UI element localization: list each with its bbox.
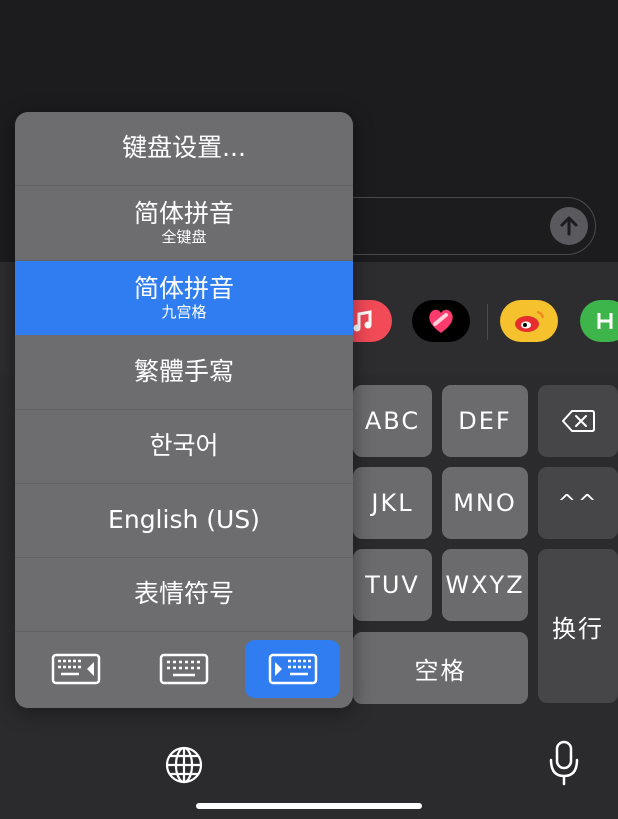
heart-icon: [429, 309, 453, 333]
fitness-app-icon[interactable]: [412, 300, 470, 342]
menu-item-keyboard-settings[interactable]: 键盘设置...: [15, 112, 353, 186]
globe-icon[interactable]: [164, 745, 204, 785]
menu-item-english[interactable]: English (US): [15, 484, 353, 558]
menu-item-pinyin-10key[interactable]: 简体拼音 九宫格: [15, 261, 353, 335]
message-input[interactable]: [320, 197, 596, 255]
delete-icon: [562, 410, 595, 432]
delete-key[interactable]: [538, 385, 618, 457]
home-indicator[interactable]: [196, 803, 422, 809]
key-def[interactable]: DEF: [442, 385, 528, 457]
arrow-up-icon: [560, 216, 578, 236]
menu-item-label: 简体拼音: [133, 198, 234, 228]
weibo-icon: [515, 310, 545, 332]
keyboard-left-button[interactable]: [37, 640, 115, 698]
menu-item-label: 简体拼音: [133, 273, 234, 303]
keyboard-full-icon: [159, 653, 209, 685]
return-key[interactable]: 换行: [538, 549, 618, 703]
send-button[interactable]: [550, 207, 588, 245]
menu-item-pinyin-qwerty[interactable]: 简体拼音 全键盘: [15, 186, 353, 261]
menu-item-emoji[interactable]: 表情符号: [15, 558, 353, 632]
keyboard-right-icon: [268, 653, 317, 685]
keyboard-full-button[interactable]: [145, 640, 223, 698]
key-jkl[interactable]: JKL: [353, 467, 432, 539]
strip-divider: [487, 304, 488, 340]
keyboard-switcher-popup: 键盘设置... 简体拼音 全键盘 简体拼音 九宫格 繁體手寫 한국어 Engli…: [15, 112, 353, 708]
keyboard-right-button[interactable]: [245, 640, 340, 698]
menu-item-label: English (US): [108, 505, 260, 535]
menu-item-sublabel: 九宫格: [161, 303, 207, 322]
key-wxyz[interactable]: WXYZ: [442, 549, 528, 621]
menu-item-sublabel: 全键盘: [161, 228, 207, 247]
menu-item-handwriting[interactable]: 繁體手寫: [15, 335, 353, 410]
space-key[interactable]: 空格: [353, 632, 528, 704]
weibo-app-icon[interactable]: [500, 300, 558, 342]
app-glyph-icon: [597, 313, 613, 329]
music-note-icon: [353, 310, 372, 332]
menu-item-label: 键盘设置...: [122, 133, 246, 163]
key-mno[interactable]: MNO: [442, 467, 528, 539]
key-tuv[interactable]: TUV: [353, 549, 432, 621]
menu-item-label: 表情符号: [133, 579, 234, 609]
menu-item-label: 繁體手寫: [133, 356, 234, 386]
key-abc[interactable]: ABC: [353, 385, 432, 457]
emoticon-key[interactable]: ^^: [538, 467, 618, 539]
menu-item-label: 한국어: [149, 431, 219, 461]
microphone-icon[interactable]: [548, 740, 580, 786]
menu-item-korean[interactable]: 한국어: [15, 410, 353, 484]
keyboard-left-icon: [51, 653, 101, 685]
green-app-icon[interactable]: [580, 300, 618, 342]
